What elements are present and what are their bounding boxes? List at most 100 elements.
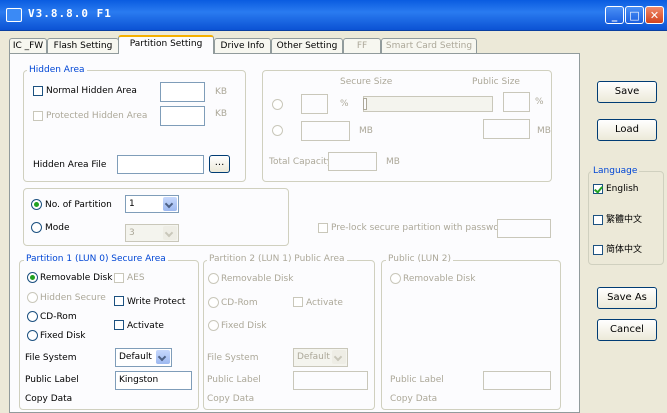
lun0-cdrom-label: CD-Rom — [40, 312, 77, 322]
normal-hidden-area-label: Normal Hidden Area — [46, 86, 137, 96]
total-capacity-unit: MB — [386, 157, 400, 167]
tab-flash-setting[interactable]: Flash Setting — [47, 38, 119, 53]
lun2-copy-data-label: Copy Data — [390, 394, 438, 404]
lun1-public-label-input[interactable] — [293, 371, 368, 390]
lun2-public-label-label: Public Label — [390, 375, 444, 385]
public-size-label: Public Size — [472, 77, 520, 87]
lun2-public-label-input[interactable] — [483, 371, 551, 390]
lun1-file-system-label: File System — [207, 353, 259, 363]
hidden-area-file-input[interactable] — [117, 155, 204, 174]
lun1-copy-data-label: Copy Data — [207, 394, 255, 404]
lun0-file-system-select[interactable]: Default — [115, 348, 172, 367]
mode-value: 3 — [129, 228, 135, 238]
save-button[interactable]: Save — [597, 81, 657, 103]
lun1-label: Partition 2 (LUN 1) Public Area — [207, 254, 347, 265]
secure-size-label: Secure Size — [340, 77, 393, 87]
tab-other-setting[interactable]: Other Setting — [271, 38, 343, 53]
prelock-label: Pre-lock secure partition with password … — [331, 223, 514, 233]
lun2-removable-radio[interactable] — [390, 273, 401, 284]
secure-percent-unit: % — [340, 99, 349, 109]
public-mb-unit: MB — [537, 126, 551, 136]
lun0-hidden-secure-radio[interactable] — [27, 292, 38, 303]
percent-size-radio[interactable] — [272, 99, 283, 110]
minimize-button[interactable]: _ — [605, 6, 624, 24]
lun1-cdrom-radio[interactable] — [208, 297, 219, 308]
prelock-password-input[interactable] — [497, 219, 551, 238]
prelock-checkbox[interactable] — [318, 223, 328, 233]
lun1-cdrom-label: CD-Rom — [221, 298, 258, 308]
public-percent-input[interactable] — [503, 92, 530, 112]
simp-chinese-label: 简体中文 — [606, 245, 643, 255]
protected-hidden-area-checkbox[interactable] — [33, 111, 43, 121]
mode-select[interactable]: 3 — [125, 224, 179, 242]
lun0-copy-data-label: Copy Data — [25, 394, 73, 404]
lun0-activate-checkbox[interactable] — [114, 320, 124, 330]
secure-mb-input[interactable] — [301, 121, 350, 141]
no-of-partition-radio[interactable] — [31, 199, 42, 210]
lun0-fixed-label: Fixed Disk — [40, 331, 86, 341]
total-capacity-input[interactable] — [328, 152, 377, 171]
lun0-public-label-input[interactable]: Kingston — [115, 371, 192, 390]
secure-percent-input[interactable] — [301, 94, 328, 114]
app-icon — [6, 8, 22, 22]
lun0-fixed-radio[interactable] — [27, 330, 38, 341]
close-button[interactable]: ✕ — [645, 6, 664, 24]
tab-drive-info[interactable]: Drive Info — [214, 38, 271, 53]
load-button[interactable]: Load — [597, 119, 657, 141]
chevron-down-icon — [163, 226, 177, 240]
lun0-aes-checkbox[interactable] — [114, 273, 124, 283]
lun0-hidden-secure-label: Hidden Secure — [40, 293, 106, 303]
trad-chinese-label: 繁體中文 — [606, 215, 643, 225]
secure-mb-unit: MB — [359, 126, 373, 136]
maximize-button[interactable]: □ — [625, 6, 644, 24]
lun1-removable-label: Removable Disk — [221, 274, 294, 284]
tab-ic-fw[interactable]: IC _FW — [9, 38, 47, 53]
chevron-down-icon — [163, 197, 177, 211]
tab-smart-card-setting[interactable]: Smart Card Setting — [381, 38, 477, 53]
browse-button[interactable]: ... — [209, 155, 230, 173]
hidden-area-file-label: Hidden Area File — [33, 160, 107, 170]
english-label: English — [606, 184, 639, 194]
lun0-file-system-value: Default — [119, 352, 152, 362]
lun1-activate-checkbox[interactable] — [293, 297, 303, 307]
protected-hidden-area-input[interactable] — [160, 106, 205, 126]
tab-partition-setting[interactable]: Partition Setting — [118, 35, 214, 54]
mode-label: Mode — [45, 223, 70, 233]
normal-hidden-area-checkbox[interactable] — [33, 86, 43, 96]
lun0-removable-radio[interactable] — [27, 272, 38, 283]
lun2-label: Public (LUN 2) — [386, 254, 453, 265]
normal-hidden-area-input[interactable] — [160, 82, 205, 102]
chevron-down-icon — [156, 350, 170, 364]
lun2-removable-label: Removable Disk — [403, 274, 476, 284]
lun0-write-protect-checkbox[interactable] — [114, 296, 124, 306]
tab-ff[interactable]: FF — [343, 38, 381, 53]
lun0-cdrom-radio[interactable] — [27, 311, 38, 322]
total-capacity-label: Total Capacity — [269, 157, 333, 167]
lun1-activate-label: Activate — [306, 298, 343, 308]
lun1-file-system-select[interactable]: Default — [293, 348, 348, 367]
simp-chinese-checkbox[interactable] — [593, 245, 603, 255]
lun1-fixed-radio[interactable] — [208, 320, 219, 331]
cancel-button[interactable]: Cancel — [597, 319, 657, 341]
lun0-activate-label: Activate — [127, 321, 164, 331]
save-as-button[interactable]: Save As — [597, 287, 657, 309]
size-slider-thumb[interactable] — [363, 98, 367, 110]
no-of-partition-value: 1 — [129, 199, 135, 209]
lun0-aes-label: AES — [127, 273, 145, 283]
lun1-public-label-label: Public Label — [207, 375, 261, 385]
trad-chinese-checkbox[interactable] — [593, 215, 603, 225]
lun0-file-system-label: File System — [25, 353, 77, 363]
public-percent-unit: % — [535, 97, 544, 107]
size-slider-track[interactable] — [363, 96, 493, 112]
public-mb-input[interactable] — [483, 119, 530, 139]
chevron-down-icon — [332, 350, 346, 364]
lun1-removable-radio[interactable] — [208, 273, 219, 284]
mb-size-radio[interactable] — [272, 125, 283, 136]
mode-radio[interactable] — [31, 222, 42, 233]
english-checkbox[interactable] — [593, 184, 603, 194]
protected-hidden-unit: KB — [215, 109, 228, 119]
hidden-area-label: Hidden Area — [27, 65, 87, 76]
lun0-removable-label: Removable Disk — [40, 273, 113, 283]
no-of-partition-select[interactable]: 1 — [125, 195, 179, 213]
protected-hidden-area-label: Protected Hidden Area — [46, 111, 148, 121]
